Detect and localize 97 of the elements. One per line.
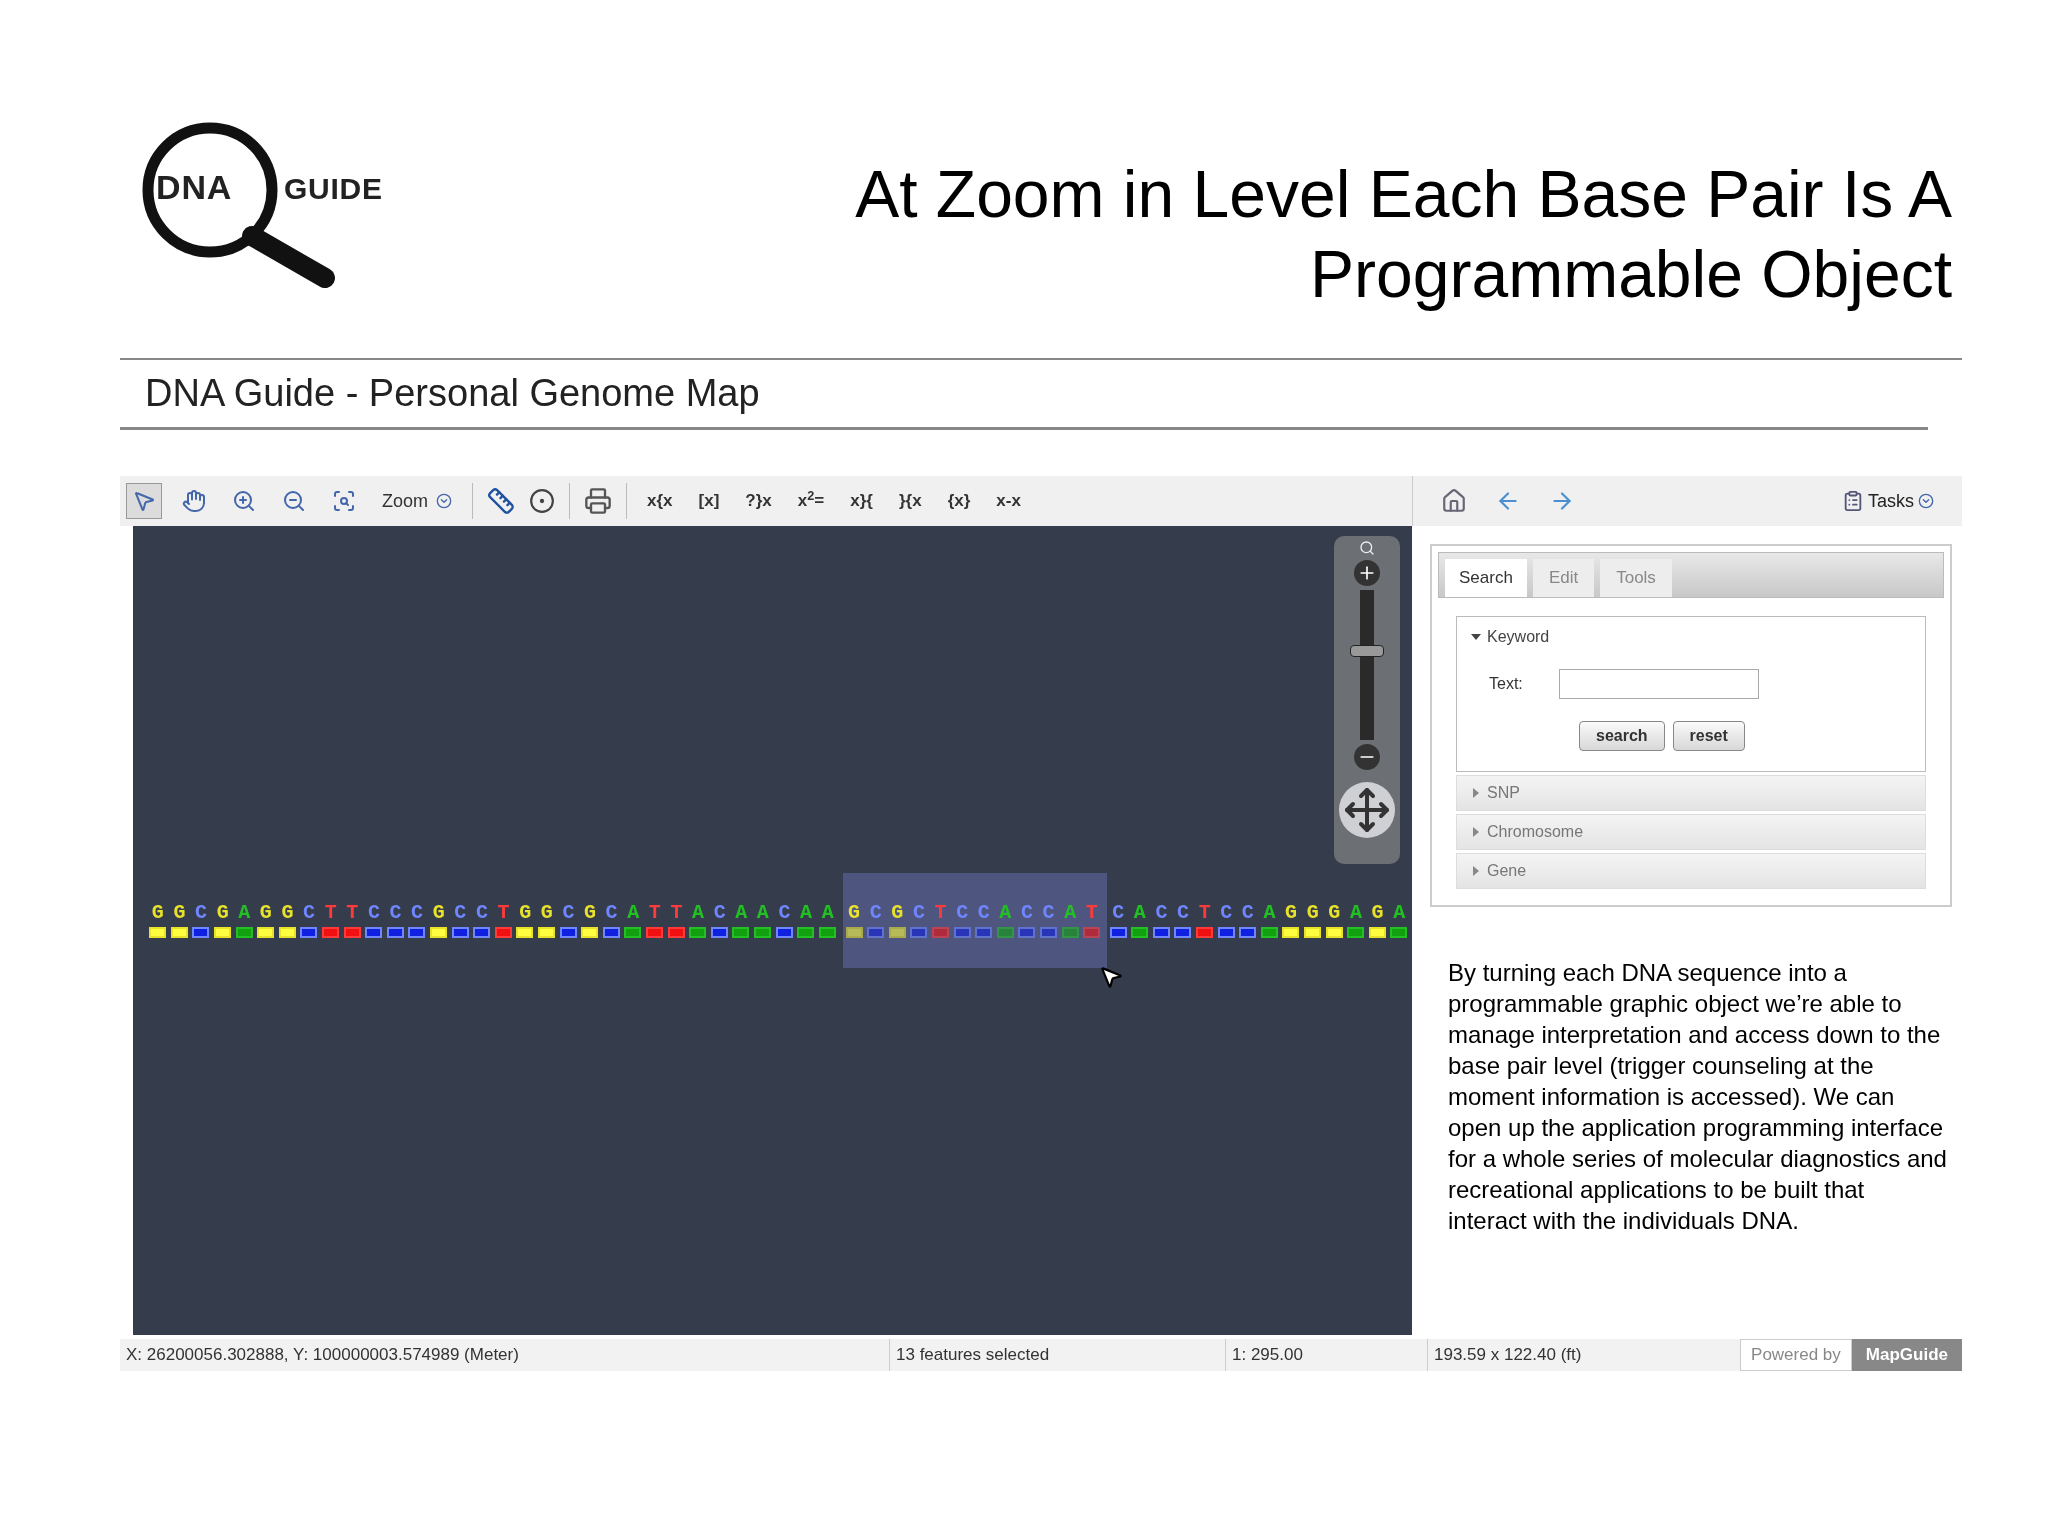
status-size: 193.59 x 122.40 (ft) [1433,1344,1583,1367]
zoom-menu[interactable]: Zoom [376,487,458,515]
base-marker[interactable] [322,927,340,938]
base-marker[interactable] [1109,927,1127,938]
section-header[interactable]: Chromosome [1456,813,1926,850]
expression-button[interactable]: [x] [692,488,726,514]
description-text: By turning each DNA sequence into a programmable graphic object we’re able to manage interpretation and access down to the base pair level (trigger counseling at the moment information is accessed). We can open up the application programming interface for a whole series of molecular diagnostics and recreational applications to be built that interact with the individuals DNA. [1448,957,1948,1236]
base-marker[interactable] [1174,927,1192,938]
home-icon[interactable] [1441,488,1467,514]
base-marker[interactable] [710,927,728,938]
base-marker[interactable] [1347,927,1365,938]
dropdown-icon [1918,493,1934,509]
ruler-icon[interactable] [487,487,515,515]
base-marker[interactable] [1390,927,1408,938]
expanded-triangle-icon [1471,631,1481,642]
collapsed-triangle-icon [1471,826,1481,837]
dropdown-icon [436,493,452,509]
base-marker[interactable] [192,927,210,938]
pan-icon[interactable] [1339,782,1395,838]
base-marker[interactable] [910,927,928,938]
base-marker[interactable] [473,927,491,938]
base-marker[interactable] [732,927,750,938]
base-marker[interactable] [996,927,1014,938]
base-marker[interactable] [931,927,949,938]
base-marker[interactable] [1152,927,1170,938]
expression-button[interactable]: x$^{2}$= [791,488,831,514]
base-marker[interactable] [451,927,469,938]
base-marker[interactable] [645,927,663,938]
base-marker[interactable] [1039,927,1057,938]
base-marker[interactable] [1217,927,1235,938]
clipboard-icon [1842,490,1864,512]
base-marker[interactable] [953,927,971,938]
powered-by-text: Powered by [1740,1339,1852,1371]
form-button[interactable]: search [1579,720,1665,751]
base-marker[interactable] [602,927,620,938]
logo-text: DNA [156,170,233,204]
base-marker[interactable] [1083,927,1101,938]
base-marker[interactable] [494,927,512,938]
logo-text: GUIDE [284,174,383,204]
section-header[interactable]: Keyword [1471,624,1911,649]
base-marker[interactable] [1196,927,1214,938]
expression-button[interactable]: }{x [893,488,928,514]
base-marker[interactable] [975,927,993,938]
expression-button[interactable]: x}{ [844,488,879,514]
status-scale: 1: 295.00 [1226,1339,1428,1371]
section-header[interactable]: SNP [1456,774,1926,811]
base-marker[interactable] [559,927,577,938]
cursor-icon [1098,964,1124,990]
brand-logo: MapGuide [1851,1339,1962,1371]
base-marker[interactable] [753,927,771,938]
expression-button[interactable]: x{x [641,488,679,514]
zoom-thumb[interactable] [1350,645,1384,658]
status-selection: 13 features selected [890,1339,1226,1371]
hand-icon [182,489,206,513]
section-header[interactable]: Gene [1456,852,1926,889]
base-marker[interactable] [689,927,707,938]
target-icon[interactable] [529,488,555,514]
base-marker[interactable] [818,927,836,938]
slide-title: At Zoom in Level Each Base Pair Is A [855,156,1952,233]
base-marker[interactable] [300,927,318,938]
app-title: DNA Guide - Personal Genome Map [145,371,760,416]
field-label: Text: [1489,673,1523,694]
tool-button[interactable] [126,483,162,519]
slide-title: Programmable Object [1310,236,1952,313]
zoom-in-button[interactable] [1354,560,1380,586]
expression-button[interactable]: ?}x [739,488,778,514]
form-button[interactable]: reset [1672,720,1745,751]
search-icon [1359,540,1375,556]
pointer-icon [132,489,156,513]
zoom-out-button[interactable] [1354,744,1380,770]
text-field[interactable] [1558,668,1759,699]
base-marker[interactable] [624,927,642,938]
status-coordinates: X: 26200056.302888, Y: 100000003.574989 (Meter) [120,1339,890,1371]
zoom-in-icon [232,489,256,513]
zoom-rectangle-icon [332,489,356,513]
base-marker[interactable] [386,927,404,938]
zoom-out-icon [282,489,306,513]
collapsed-triangle-icon [1471,865,1481,876]
base-marker[interactable] [1061,927,1079,938]
panel-tab[interactable]: Search [1445,559,1527,597]
base-marker[interactable] [408,927,426,938]
base-marker[interactable] [1131,927,1149,938]
expression-button[interactable]: {x} [941,488,977,514]
base-marker[interactable] [365,927,383,938]
base-marker[interactable] [343,927,361,938]
base-marker[interactable] [1260,927,1278,938]
base-marker[interactable] [1018,927,1036,938]
base-marker[interactable] [797,927,815,938]
base-marker[interactable] [667,927,685,938]
collapsed-triangle-icon [1471,787,1481,798]
base-marker[interactable] [867,927,885,938]
base-marker[interactable] [235,927,253,938]
base-marker[interactable] [775,927,793,938]
tasks-menu[interactable]: Tasks [1842,487,1934,515]
printer-icon[interactable] [584,487,612,515]
expression-button[interactable]: x-x [990,488,1027,514]
base-marker[interactable] [1239,927,1257,938]
